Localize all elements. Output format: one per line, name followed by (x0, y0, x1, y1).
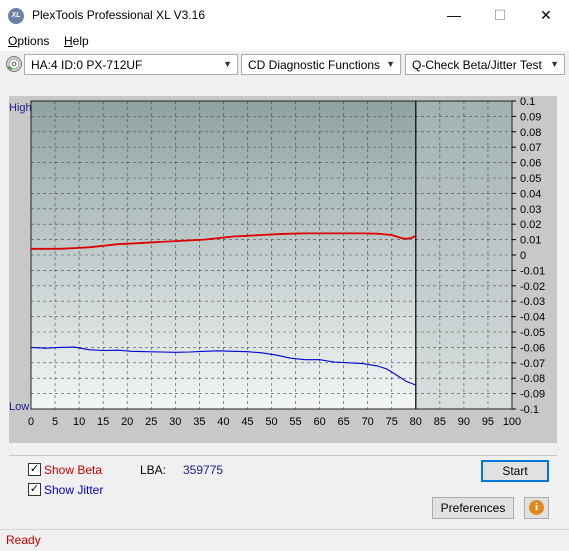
x-tick-label: 25 (145, 416, 157, 428)
drive-select-value: HA:4 ID:0 PX-712UF (31, 58, 143, 72)
menu-options-rest: ptions (17, 34, 50, 48)
status-bar: Ready (0, 529, 569, 551)
test-select-value: Q-Check Beta/Jitter Test (412, 58, 542, 72)
x-tick-label: 60 (313, 416, 325, 428)
x-tick-label: 70 (362, 416, 374, 428)
disc-drive-icon (6, 56, 22, 72)
x-tick-label: 20 (121, 416, 133, 428)
preferences-button[interactable]: Preferences (432, 497, 514, 519)
lba-value: 359775 (183, 463, 224, 477)
x-tick-label: 90 (458, 416, 470, 428)
show-jitter-label-text: Show Jitter (44, 483, 104, 497)
show-jitter-checkbox[interactable]: ✓ (28, 483, 41, 496)
menu-options-mnemonic: O (8, 34, 18, 48)
y-tick-label: -0.08 (520, 373, 545, 385)
x-tick-label: 35 (193, 416, 205, 428)
controls-panel: ✓ Show Beta ✓ Show Jitter LBA: 359775 St… (0, 443, 569, 529)
x-tick-label: 15 (97, 416, 109, 428)
y-axis-low-label: Low (9, 401, 29, 413)
y-tick-label: 0.09 (520, 111, 541, 123)
start-button[interactable]: Start (481, 460, 549, 482)
chevron-down-icon: ▼ (223, 59, 232, 69)
chevron-down-icon: ▼ (386, 59, 395, 69)
show-beta-checkbox[interactable]: ✓ (28, 463, 41, 476)
y-tick-label: 0.01 (520, 235, 541, 247)
show-jitter-label[interactable]: Show Jitter (44, 483, 103, 497)
x-tick-label: 30 (169, 416, 181, 428)
y-tick-label: -0.06 (520, 342, 545, 354)
chevron-down-icon: ▼ (550, 59, 559, 69)
x-tick-label: 80 (410, 416, 422, 428)
x-tick-label: 40 (217, 416, 229, 428)
status-text: Ready (6, 533, 41, 547)
x-tick-label: 50 (265, 416, 277, 428)
menu-options[interactable]: Options (8, 34, 49, 48)
y-axis-high-label: High (9, 102, 32, 114)
window-title: PlexTools Professional XL V3.16 (32, 8, 205, 22)
title-bar: XL PlexTools Professional XL V3.16 — ☐ ✕ (0, 0, 569, 31)
y-tick-label: 0.08 (520, 127, 541, 139)
y-tick-label: -0.04 (520, 312, 545, 324)
beta-jitter-chart: 0.1 0.09 0.08 0.07 0.06 0.05 0.04 0.03 0.02 0.01 0… (9, 96, 545, 428)
y-tick-label: 0.02 (520, 219, 541, 231)
x-tick-label: 0 (28, 416, 34, 428)
y-tick-label: 0 (520, 250, 526, 262)
x-tick-label: 75 (386, 416, 398, 428)
x-tick-label: 65 (338, 416, 350, 428)
panel-divider (9, 455, 557, 456)
x-tick-label: 95 (482, 416, 494, 428)
minimize-button[interactable]: — (431, 0, 477, 31)
info-icon: i (529, 500, 544, 515)
function-select-value: CD Diagnostic Functions (248, 58, 381, 72)
test-select[interactable]: Q-Check Beta/Jitter Test ▼ (405, 54, 565, 75)
x-tick-label: 45 (241, 416, 253, 428)
y-tick-label: -0.05 (520, 327, 545, 339)
close-button[interactable]: ✕ (523, 0, 569, 31)
y-tick-label: 0.03 (520, 204, 541, 216)
x-tick-label: 85 (434, 416, 446, 428)
y-tick-label: 0.06 (520, 158, 541, 170)
show-beta-label[interactable]: Show Beta (44, 463, 102, 477)
menu-help-mnemonic: H (64, 34, 73, 48)
y-tick-label: -0.01 (520, 265, 545, 277)
menu-help-rest: elp (72, 34, 89, 48)
x-tick-label: 10 (73, 416, 85, 428)
function-select[interactable]: CD Diagnostic Functions ▼ (241, 54, 401, 75)
y-tick-label: -0.09 (520, 389, 545, 401)
y-tick-label: -0.1 (520, 404, 539, 416)
y-tick-label: 0.05 (520, 173, 541, 185)
x-tick-label: 5 (52, 416, 58, 428)
app-logo-icon: XL (8, 8, 24, 24)
menu-help[interactable]: Help (64, 34, 89, 48)
lba-label: LBA: (140, 463, 167, 477)
show-beta-label-text: Show Beta (44, 463, 103, 477)
y-tick-label: 0.07 (520, 142, 541, 154)
x-tick-label: 100 (503, 416, 521, 428)
chart-panel: 0.1 0.09 0.08 0.07 0.06 0.05 0.04 0.03 0.02 0.01 0… (9, 96, 557, 443)
y-tick-label: -0.02 (520, 281, 545, 293)
drive-select[interactable]: HA:4 ID:0 PX-712UF ▼ (24, 54, 238, 75)
info-button[interactable]: i (524, 497, 549, 519)
y-tick-label: 0.04 (520, 188, 541, 200)
y-tick-label: 0.1 (520, 96, 535, 108)
y-tick-label: -0.07 (520, 358, 545, 370)
x-tick-label: 55 (289, 416, 301, 428)
menu-bar: Options Help (0, 31, 569, 51)
maximize-button[interactable]: ☐ (477, 0, 523, 31)
y-tick-label: -0.03 (520, 296, 545, 308)
